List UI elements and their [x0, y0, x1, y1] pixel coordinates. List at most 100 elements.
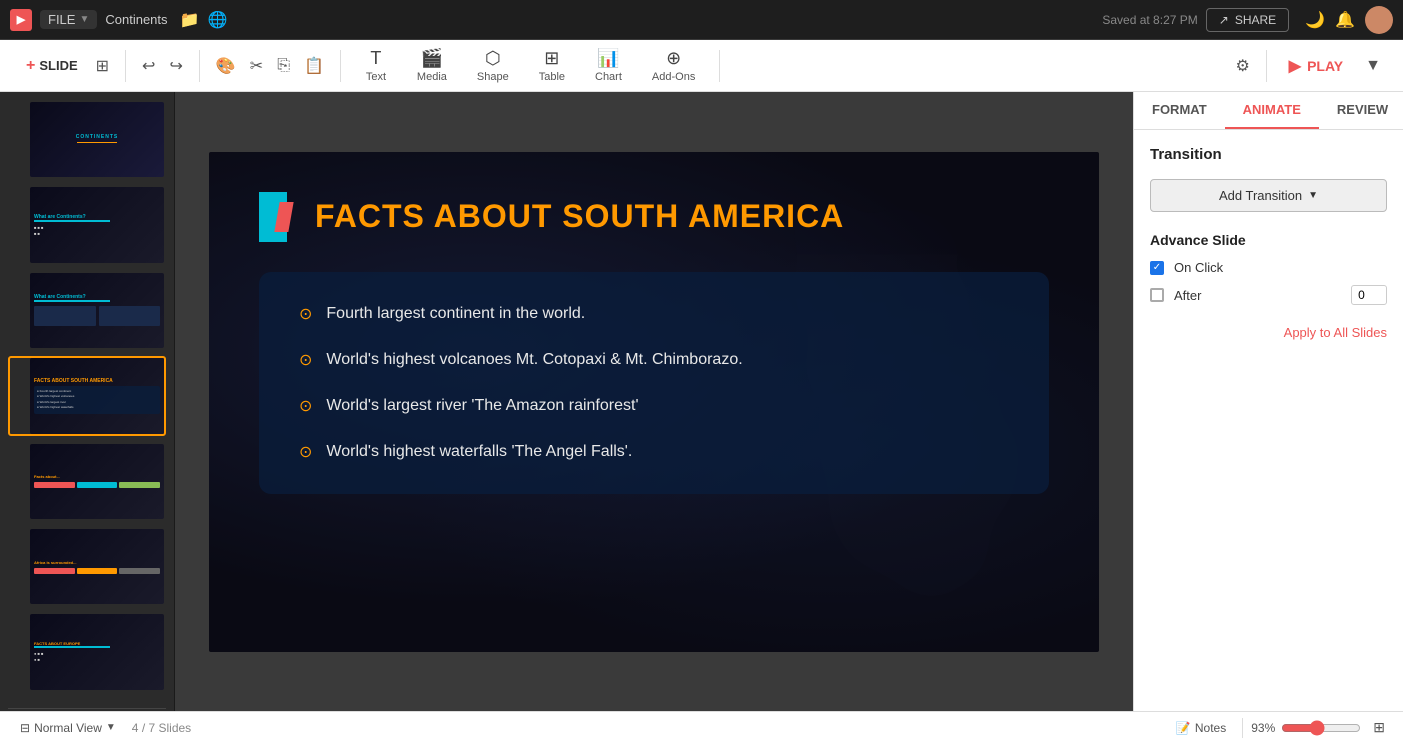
slide-preview-7: FACTS ABOUT EUROPE ● ■ ■● ■: [30, 614, 164, 689]
top-bar-icons: 📁 🌐: [180, 10, 228, 30]
normal-view-dropdown-icon: ▼: [106, 722, 116, 733]
add-slide-button[interactable]: + SLIDE: [16, 53, 88, 79]
play-icon: ▶: [1289, 56, 1301, 76]
text-icon: T: [370, 48, 381, 69]
bullet-3: ⊙: [299, 396, 312, 416]
right-panel: FORMAT ANIMATE REVIEW Transition Add Tra…: [1133, 92, 1403, 711]
fact-item-4: ⊙ World's highest waterfalls 'The Angel …: [299, 440, 1009, 464]
insert-section: T Text 🎬 Media ⬡ Shape ⊞ Table 📊 Chart ⊕…: [351, 42, 709, 89]
chart-button[interactable]: 📊 Chart: [581, 42, 636, 89]
zoom-slider[interactable]: [1281, 720, 1361, 736]
fit-screen-button[interactable]: ⊞: [1367, 717, 1391, 738]
zoom-controls: 93% ⊞: [1251, 717, 1391, 738]
divider1: [125, 50, 126, 82]
table-button[interactable]: ⊞ Table: [525, 42, 579, 89]
globe-icon[interactable]: 🌐: [207, 10, 227, 30]
bullet-1: ⊙: [299, 304, 312, 324]
library-gallery-section: 🖼 Library ⊞ Gallery New: [8, 708, 166, 711]
after-value-input[interactable]: [1351, 285, 1387, 305]
top-right-icons: 🌙 🔔: [1305, 6, 1393, 34]
notes-button[interactable]: 📝 Notes: [1168, 719, 1234, 737]
slide-thumb-3[interactable]: 3 What are Continents?: [8, 271, 166, 350]
transition-section: Transition Add Transition ▼ Advance Slid…: [1134, 130, 1403, 356]
paste-button[interactable]: 📋: [298, 52, 330, 80]
normal-view-button[interactable]: ⊟ Normal View ▼: [12, 719, 124, 737]
main-slide: FACTS ABOUT SOUTH AMERICA ⊙ Fourth large…: [209, 152, 1099, 652]
slide-thumb-7[interactable]: 7 FACTS ABOUT EUROPE ● ■ ■● ■: [8, 612, 166, 691]
text-button[interactable]: T Text: [351, 42, 401, 89]
after-checkbox[interactable]: [1150, 288, 1164, 302]
user-avatar[interactable]: [1365, 6, 1393, 34]
history-section: ↩ ↪: [136, 52, 189, 80]
play-button[interactable]: ▶ PLAY: [1277, 50, 1355, 82]
fact-item-1: ⊙ Fourth largest continent in the world.: [299, 302, 1009, 326]
slide-preview-2: What are Continents? ■ ■ ■■ ■: [30, 187, 164, 262]
bottom-bar: ⊟ Normal View ▼ 4 / 7 Slides 📝 Notes 93%…: [0, 711, 1403, 743]
main-layout: 1 CONTINENTS 2 What are Continents? ■ ■ …: [0, 92, 1403, 711]
advance-slide-heading: Advance Slide: [1150, 232, 1387, 248]
dropdown-arrow-icon: ▼: [1308, 190, 1318, 201]
tab-format[interactable]: FORMAT: [1134, 92, 1225, 129]
facts-box: ⊙ Fourth largest continent in the world.…: [259, 272, 1049, 494]
bullet-4: ⊙: [299, 442, 312, 462]
after-option: After: [1150, 285, 1387, 305]
canvas-area: FACTS ABOUT SOUTH AMERICA ⊙ Fourth large…: [175, 92, 1133, 711]
settings-icon-area: ⚙: [1229, 52, 1255, 80]
divider5: [1266, 50, 1267, 82]
notification-icon[interactable]: 🔔: [1335, 10, 1355, 30]
slide-preview-5: Facts about...: [30, 444, 164, 519]
toolbar: + SLIDE ⊞ ↩ ↪ 🎨 ✂ ⎘ 📋 T Text 🎬 Media ⬡ S…: [0, 40, 1403, 92]
format-section: 🎨 ✂ ⎘ 📋: [210, 52, 330, 80]
file-menu-button[interactable]: FILE ▼: [40, 10, 97, 29]
app-logo: ▶: [10, 9, 32, 31]
grid-view-button[interactable]: ⊞: [90, 52, 115, 80]
media-button[interactable]: 🎬 Media: [403, 42, 461, 89]
after-label: After: [1174, 288, 1201, 303]
on-click-option: ✓ On Click: [1150, 260, 1387, 275]
addons-button[interactable]: ⊕ Add-Ons: [638, 42, 709, 89]
slide-header: FACTS ABOUT SOUTH AMERICA: [259, 192, 844, 242]
tab-review[interactable]: REVIEW: [1319, 92, 1403, 129]
divider4: [719, 50, 720, 82]
add-transition-button[interactable]: Add Transition ▼: [1150, 179, 1387, 212]
notes-icon: 📝: [1176, 721, 1191, 735]
divider2: [199, 50, 200, 82]
fact-text-4: World's highest waterfalls 'The Angel Fa…: [326, 440, 632, 464]
tab-animate[interactable]: ANIMATE: [1225, 92, 1319, 129]
on-click-label: On Click: [1174, 260, 1223, 275]
folder-icon[interactable]: 📁: [180, 10, 200, 30]
copy-button[interactable]: ⎘: [271, 53, 296, 79]
redo-button[interactable]: ↪: [163, 52, 188, 80]
slide-panel: 1 CONTINENTS 2 What are Continents? ■ ■ …: [0, 92, 175, 711]
shape-button[interactable]: ⬡ Shape: [463, 42, 523, 89]
slide-thumb-2[interactable]: 2 What are Continents? ■ ■ ■■ ■: [8, 185, 166, 264]
cut-button[interactable]: ✂: [244, 52, 269, 80]
saved-status: Saved at 8:27 PM: [1102, 13, 1197, 27]
settings-button[interactable]: ⚙: [1229, 52, 1255, 80]
slide-thumb-6[interactable]: 6 Africa is surrounded...: [8, 527, 166, 606]
slide-content: FACTS ABOUT SOUTH AMERICA ⊙ Fourth large…: [209, 152, 1099, 652]
slide-preview-3: What are Continents?: [30, 273, 164, 348]
undo-button[interactable]: ↩: [136, 52, 161, 80]
slide-thumb-5[interactable]: 5 Facts about...: [8, 442, 166, 521]
slide-thumb-4[interactable]: 4 FACTS ABOUT SOUTH AMERICA ● Fourth lar…: [8, 356, 166, 435]
moon-icon[interactable]: 🌙: [1305, 10, 1325, 30]
top-bar: ▶ FILE ▼ Continents 📁 🌐 Saved at 8:27 PM…: [0, 0, 1403, 40]
right-panel-tabs: FORMAT ANIMATE REVIEW: [1134, 92, 1403, 130]
share-button[interactable]: ↗ SHARE: [1206, 8, 1289, 32]
apply-to-all-button[interactable]: Apply to All Slides: [1150, 325, 1387, 340]
table-icon: ⊞: [544, 48, 559, 69]
addons-icon: ⊕: [666, 48, 681, 69]
slide-preview-6: Africa is surrounded...: [30, 529, 164, 604]
slide-thumb-1[interactable]: 1 CONTINENTS: [8, 100, 166, 179]
on-click-checkbox[interactable]: ✓: [1150, 261, 1164, 275]
bullet-2: ⊙: [299, 350, 312, 370]
media-icon: 🎬: [421, 48, 443, 69]
play-dropdown-button[interactable]: ▼: [1359, 53, 1387, 79]
slide-section: + SLIDE ⊞: [16, 52, 115, 80]
fact-item-2: ⊙ World's highest volcanoes Mt. Cotopaxi…: [299, 348, 1009, 372]
paint-format-button[interactable]: 🎨: [210, 52, 242, 80]
plus-icon: +: [26, 57, 35, 75]
fact-item-3: ⊙ World's largest river 'The Amazon rain…: [299, 394, 1009, 418]
fact-text-2: World's highest volcanoes Mt. Cotopaxi &…: [326, 348, 742, 372]
